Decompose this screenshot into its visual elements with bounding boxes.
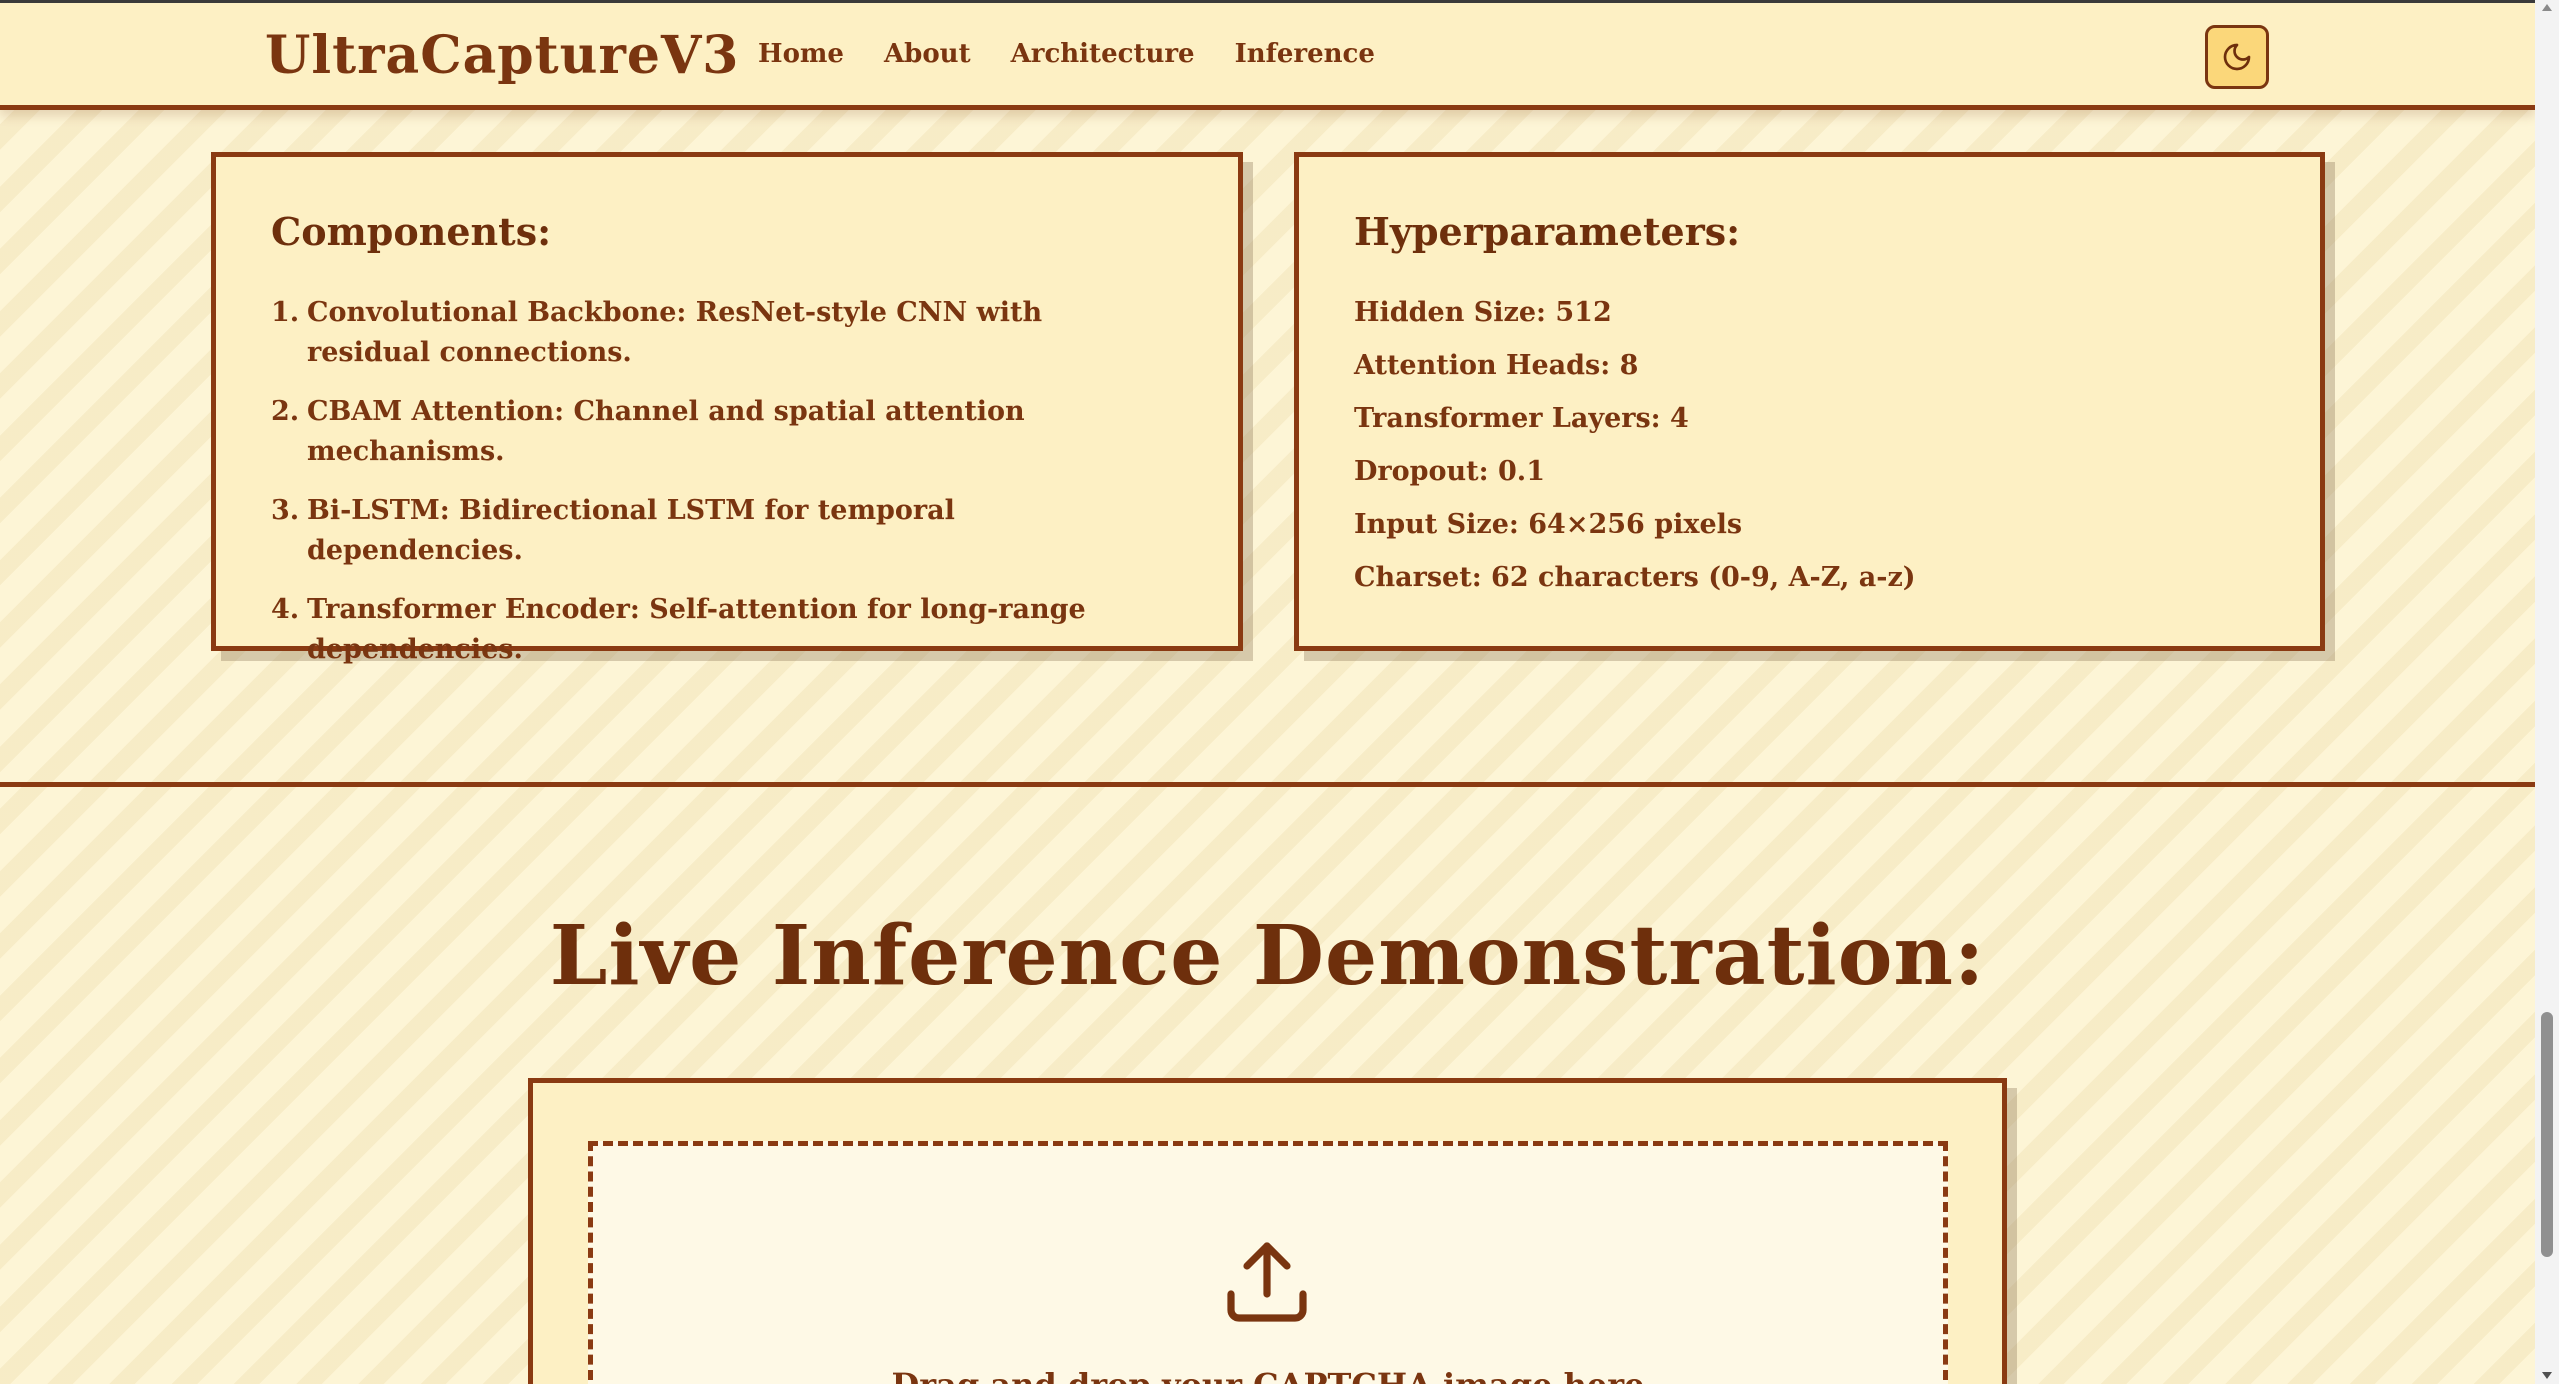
list-item-number: 2. <box>271 396 300 427</box>
nav-links: Home About Architecture Inference <box>758 39 1375 69</box>
hyperparameter-item: Hidden Size: 512 <box>1354 297 1612 328</box>
hyperparameters-card: Hyperparameters: Hidden Size: 512 Attent… <box>1294 152 2325 651</box>
scrollbar-thumb[interactable] <box>2541 1012 2553 1257</box>
inference-title: Live Inference Demonstration: <box>549 908 1986 1004</box>
list-item: 3. Bi-LSTM: Bidirectional LSTM for tempo… <box>271 491 1171 571</box>
dropzone-text: Drag and drop your CAPTCHA image here <box>593 1366 1943 1384</box>
list-item-number: 1. <box>271 297 300 328</box>
scrollbar[interactable] <box>2535 0 2559 1384</box>
components-card: Components: 1. Convolutional Backbone: R… <box>211 152 1243 665</box>
list-item-number: 4. <box>271 594 300 625</box>
list-item: 1. Convolutional Backbone: ResNet-style … <box>271 293 1171 373</box>
hyperparameters-title: Hyperparameters: <box>1354 209 1741 254</box>
list-item-text: Bi-LSTM: Bidirectional LSTM for temporal… <box>307 495 955 566</box>
section-divider <box>0 782 2535 787</box>
theme-toggle-button[interactable] <box>2205 25 2269 89</box>
hyperparameter-item: Dropout: 0.1 <box>1354 456 1545 487</box>
hyperparameter-item: Attention Heads: 8 <box>1354 350 1639 381</box>
nav-link-architecture[interactable]: Architecture <box>1011 39 1195 69</box>
captcha-dropzone[interactable]: Drag and drop your CAPTCHA image here <box>588 1141 1948 1384</box>
brand-logo[interactable]: UltraCaptureV3 <box>265 25 739 86</box>
list-item: 2. CBAM Attention: Channel and spatial a… <box>271 392 1171 472</box>
hyperparameters-list: Hidden Size: 512 Attention Heads: 8 Tran… <box>1354 293 1916 611</box>
upload-icon <box>1227 1242 1307 1322</box>
list-item: 4. Transformer Encoder: Self-attention f… <box>271 590 1171 670</box>
components-list: 1. Convolutional Backbone: ResNet-style … <box>271 293 1171 689</box>
inference-card: Drag and drop your CAPTCHA image here <box>528 1078 2007 1384</box>
page: UltraCaptureV3 Home About Architecture I… <box>0 0 2535 1384</box>
components-title: Components: <box>271 209 552 254</box>
nav-link-home[interactable]: Home <box>758 39 844 69</box>
scroll-down-icon[interactable] <box>2542 1372 2552 1379</box>
nav-link-inference[interactable]: Inference <box>1235 39 1375 69</box>
list-item-text: Transformer Encoder: Self-attention for … <box>307 594 1086 665</box>
list-item-text: CBAM Attention: Channel and spatial atte… <box>307 396 1025 467</box>
navbar: UltraCaptureV3 Home About Architecture I… <box>0 0 2535 110</box>
list-item-text: Convolutional Backbone: ResNet-style CNN… <box>307 297 1043 368</box>
scroll-up-icon[interactable] <box>2542 4 2552 11</box>
moon-icon <box>2223 43 2251 71</box>
list-item-number: 3. <box>271 495 300 526</box>
nav-link-about[interactable]: About <box>884 39 971 69</box>
hyperparameter-item: Transformer Layers: 4 <box>1354 403 1689 434</box>
hyperparameter-item: Input Size: 64×256 pixels <box>1354 509 1743 540</box>
hyperparameter-item: Charset: 62 characters (0-9, A-Z, a-z) <box>1354 562 1916 593</box>
